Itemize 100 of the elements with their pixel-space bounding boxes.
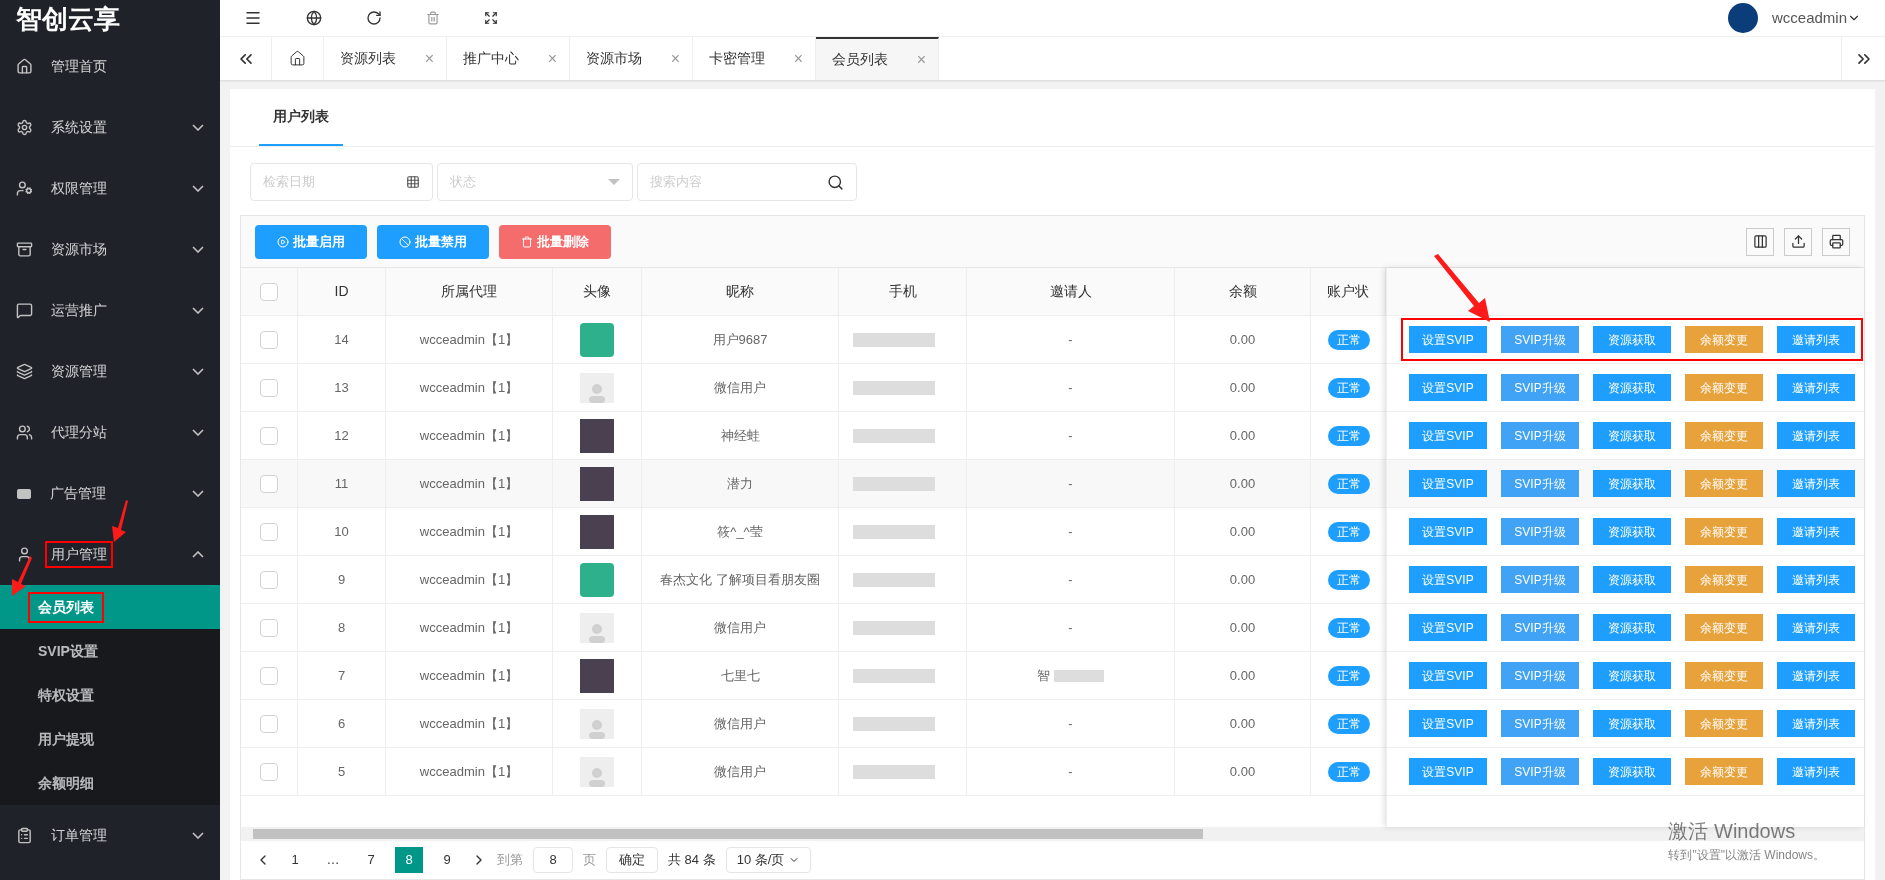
user-avatar[interactable] — [1727, 3, 1758, 33]
page-input[interactable]: 8 — [533, 847, 573, 873]
row-action-button[interactable]: 设置SVIP — [1409, 326, 1487, 353]
page-tab[interactable]: 资源列表 × — [324, 37, 447, 80]
checkbox[interactable] — [260, 282, 278, 301]
sidebar-item[interactable]: 代理分站 — [0, 402, 220, 463]
user-name[interactable]: wcceadmin — [1771, 6, 1847, 30]
row-action-button[interactable]: SVIP升级 — [1501, 374, 1579, 401]
submenu-item[interactable]: 余额明细 — [0, 761, 220, 805]
row-action-button[interactable]: SVIP升级 — [1501, 758, 1579, 785]
row-action-button[interactable]: 余额变更 — [1685, 422, 1763, 449]
row-action-button[interactable]: 余额变更 — [1685, 758, 1763, 785]
row-action-button[interactable]: 邀请列表 — [1777, 518, 1855, 545]
row-action-button[interactable]: 邀请列表 — [1777, 422, 1855, 449]
row-action-button[interactable]: 资源获取 — [1593, 566, 1671, 593]
row-action-button[interactable]: SVIP升级 — [1501, 614, 1579, 641]
page-link[interactable]: … — [319, 847, 347, 873]
row-action-button[interactable]: 资源获取 — [1593, 758, 1671, 785]
row-action-button[interactable]: 资源获取 — [1593, 470, 1671, 497]
row-action-button[interactable]: 邀请列表 — [1777, 374, 1855, 401]
close-icon[interactable]: × — [793, 46, 803, 71]
row-action-button[interactable]: SVIP升级 — [1501, 422, 1579, 449]
sidebar-item[interactable]: 运营推广 — [0, 280, 220, 341]
checkbox[interactable] — [260, 714, 278, 733]
sidebar-item[interactable]: 资源市场 — [0, 219, 220, 280]
row-action-button[interactable]: 邀请列表 — [1777, 566, 1855, 593]
checkbox[interactable] — [260, 618, 278, 637]
sidebar-item[interactable]: 资源管理 — [0, 341, 220, 402]
sidebar-item[interactable]: 系统设置 — [0, 97, 220, 158]
row-action-button[interactable]: 设置SVIP — [1409, 758, 1487, 785]
page-tab[interactable]: 推广中心 × — [447, 37, 570, 80]
menu-icon[interactable] — [244, 9, 262, 27]
bulk-action-button[interactable]: 批量删除 — [499, 224, 611, 259]
submenu-item[interactable]: 用户提现 — [0, 717, 220, 761]
page-link[interactable]: 1 — [281, 847, 309, 873]
row-action-button[interactable]: SVIP升级 — [1501, 662, 1579, 689]
submenu-item[interactable]: 特权设置 — [0, 673, 220, 717]
trash-icon[interactable] — [426, 11, 440, 25]
row-action-button[interactable]: SVIP升级 — [1501, 326, 1579, 353]
checkbox[interactable] — [260, 570, 278, 589]
row-action-button[interactable]: SVIP升级 — [1501, 566, 1579, 593]
row-action-button[interactable]: SVIP升级 — [1501, 710, 1579, 737]
close-icon[interactable]: × — [670, 46, 680, 71]
row-action-button[interactable]: 邀请列表 — [1777, 470, 1855, 497]
row-action-button[interactable]: SVIP升级 — [1501, 470, 1579, 497]
export-button[interactable] — [1784, 227, 1812, 256]
row-action-button[interactable]: 设置SVIP — [1409, 518, 1487, 545]
row-action-button[interactable]: 设置SVIP — [1409, 614, 1487, 641]
print-button[interactable] — [1822, 227, 1850, 256]
page-link[interactable]: 7 — [357, 847, 385, 873]
close-icon[interactable]: × — [547, 46, 557, 71]
row-action-button[interactable]: 余额变更 — [1685, 470, 1763, 497]
columns-button[interactable] — [1746, 227, 1774, 256]
row-action-button[interactable]: 余额变更 — [1685, 326, 1763, 353]
row-action-button[interactable]: 资源获取 — [1593, 422, 1671, 449]
row-action-button[interactable]: 邀请列表 — [1777, 710, 1855, 737]
row-action-button[interactable]: 设置SVIP — [1409, 374, 1487, 401]
row-action-button[interactable]: 设置SVIP — [1409, 422, 1487, 449]
refresh-icon[interactable] — [366, 10, 382, 26]
page-size-select[interactable]: 10 条/页 — [725, 847, 812, 873]
bulk-action-button[interactable]: 批量禁用 — [377, 224, 489, 259]
checkbox[interactable] — [260, 426, 278, 445]
row-action-button[interactable]: 邀请列表 — [1777, 614, 1855, 641]
row-action-button[interactable]: 资源获取 — [1593, 326, 1671, 353]
row-action-button[interactable]: 资源获取 — [1593, 614, 1671, 641]
submenu-item[interactable]: 会员列表 — [0, 585, 220, 629]
submenu-item[interactable]: SVIP设置 — [0, 629, 220, 673]
checkbox[interactable] — [260, 522, 278, 541]
row-action-button[interactable]: 设置SVIP — [1409, 662, 1487, 689]
close-icon[interactable]: × — [424, 46, 434, 71]
row-action-button[interactable]: 资源获取 — [1593, 710, 1671, 737]
row-action-button[interactable]: 资源获取 — [1593, 374, 1671, 401]
row-action-button[interactable]: 设置SVIP — [1409, 470, 1487, 497]
content-tab[interactable]: 用户列表 — [259, 89, 343, 146]
page-tab[interactable]: 会员列表 × — [816, 37, 939, 80]
sidebar-item[interactable]: 广告管理 — [0, 463, 220, 524]
row-action-button[interactable]: SVIP升级 — [1501, 518, 1579, 545]
globe-icon[interactable] — [306, 10, 322, 26]
row-action-button[interactable]: 余额变更 — [1685, 614, 1763, 641]
confirm-button[interactable]: 确定 — [606, 847, 658, 873]
checkbox[interactable] — [260, 378, 278, 397]
checkbox[interactable] — [260, 762, 278, 781]
sidebar-item[interactable]: 权限管理 — [0, 158, 220, 219]
sidebar-item[interactable]: 管理首页 — [0, 36, 220, 97]
row-action-button[interactable]: 余额变更 — [1685, 374, 1763, 401]
page-link[interactable]: 8 — [395, 847, 423, 873]
row-action-button[interactable]: 资源获取 — [1593, 518, 1671, 545]
row-action-button[interactable]: 邀请列表 — [1777, 662, 1855, 689]
checkbox[interactable] — [260, 330, 278, 349]
page-link[interactable]: 9 — [433, 847, 461, 873]
row-action-button[interactable]: 资源获取 — [1593, 662, 1671, 689]
row-action-button[interactable]: 设置SVIP — [1409, 710, 1487, 737]
sidebar-item[interactable]: 订单管理 — [0, 805, 220, 866]
row-action-button[interactable]: 邀请列表 — [1777, 326, 1855, 353]
row-action-button[interactable]: 设置SVIP — [1409, 566, 1487, 593]
checkbox[interactable] — [260, 474, 278, 493]
row-action-button[interactable]: 邀请列表 — [1777, 758, 1855, 785]
row-action-button[interactable]: 余额变更 — [1685, 710, 1763, 737]
page-tab[interactable]: 资源市场 × — [570, 37, 693, 80]
bulk-action-button[interactable]: 批量启用 — [255, 224, 367, 259]
